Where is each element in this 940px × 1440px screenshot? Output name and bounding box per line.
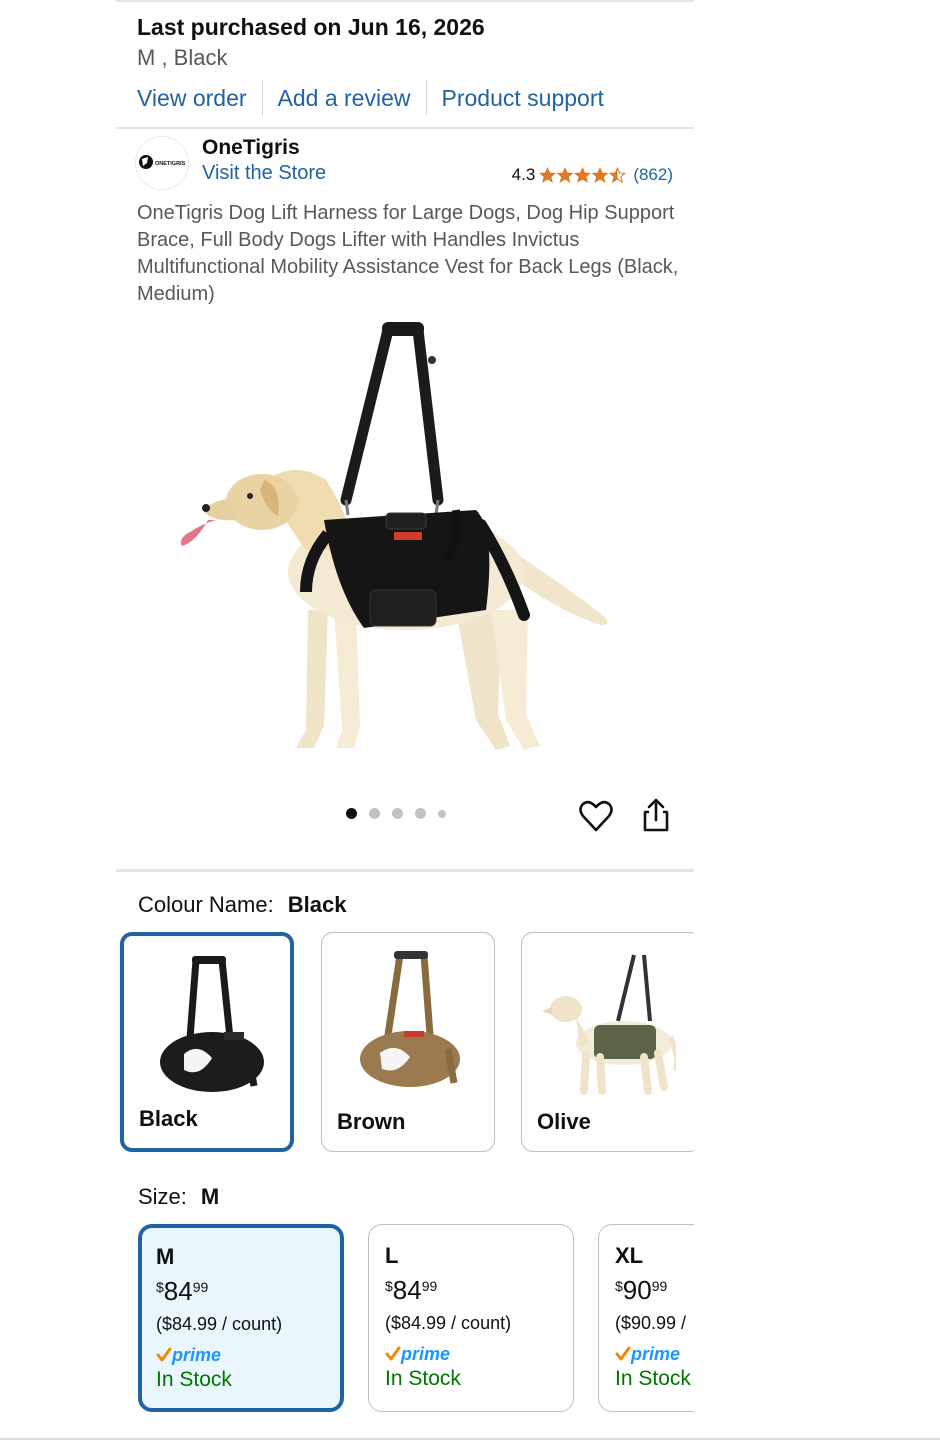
visit-store-link[interactable]: Visit the Store <box>202 162 326 185</box>
size-option-l[interactable]: L $84 99 ($84.99 / count) prime In Stock <box>368 1224 574 1412</box>
size-name: M <box>156 1244 175 1269</box>
view-order-link[interactable]: View order <box>137 85 247 112</box>
price-currency: $ <box>615 1278 623 1294</box>
carousel-dot[interactable] <box>369 808 380 819</box>
colour-selected-value: Black <box>287 892 347 917</box>
heart-icon <box>579 800 613 832</box>
black-harness-thumbnail-icon <box>160 956 264 1092</box>
size-option-xl[interactable]: XL $90 99 ($90.99 / prime In Stock <box>598 1224 694 1412</box>
order-links: View order Add a review Product support <box>137 80 604 116</box>
star-icon <box>539 167 556 182</box>
rating-summary[interactable]: 4.3 (862) <box>512 165 673 185</box>
image-carousel-dots[interactable] <box>346 808 446 819</box>
prime-label: prime <box>631 1343 681 1364</box>
prime-label: prime <box>401 1343 451 1364</box>
colour-label-text: Colour Name: <box>138 892 274 917</box>
star-icon <box>574 167 591 182</box>
size-selected-value: M <box>200 1184 220 1209</box>
brand-name: OneTigris <box>202 136 300 159</box>
colour-name-label: Colour Name: Black <box>138 892 346 918</box>
swatch-label: Brown <box>337 1109 406 1134</box>
stock-status: In Stock <box>156 1368 232 1391</box>
price-fraction: 99 <box>651 1278 668 1294</box>
rating-value: 4.3 <box>511 165 536 184</box>
price-fraction: 99 <box>421 1278 438 1294</box>
price-currency: $ <box>385 1278 393 1294</box>
rating-count[interactable]: (862) <box>633 165 673 185</box>
swatch-label: Black <box>139 1106 198 1131</box>
size-price: $90 99 <box>615 1275 694 1309</box>
prime-check-icon <box>615 1346 631 1361</box>
half-star-icon <box>609 167 626 182</box>
star-icon <box>592 167 609 182</box>
price-whole: 84 <box>392 1275 422 1305</box>
share-icon <box>643 798 669 832</box>
product-image[interactable] <box>156 310 656 770</box>
prime-badge: prime <box>385 1341 573 1367</box>
price-fraction: 99 <box>192 1279 209 1295</box>
product-detail-column: Last purchased on Jun 16, 2026 M , Black… <box>116 0 694 1440</box>
last-purchased-title: Last purchased on Jun 16, 2026 <box>137 14 485 40</box>
share-button[interactable] <box>638 796 674 836</box>
link-separator <box>425 80 427 116</box>
section-divider <box>116 869 694 872</box>
last-purchased-variant: M , Black <box>137 45 228 70</box>
brand-logo-text: ONETIGRIS <box>155 161 186 167</box>
prime-badge: prime <box>615 1341 694 1367</box>
product-support-link[interactable]: Product support <box>442 85 604 112</box>
star-rating-icon <box>539 167 626 182</box>
unit-price: ($84.99 / count) <box>156 1314 283 1334</box>
prime-check-icon <box>385 1346 401 1361</box>
swatch-label: Olive <box>537 1109 591 1134</box>
stock-status: In Stock <box>615 1367 691 1390</box>
olive-harness-dog-thumbnail-icon <box>542 954 676 1095</box>
size-name: XL <box>615 1243 644 1268</box>
brand-logo[interactable]: ONETIGRIS <box>135 136 189 190</box>
price-currency: $ <box>156 1279 164 1295</box>
product-title: OneTigris Dog Lift Harness for Large Dog… <box>137 202 679 305</box>
top-divider <box>116 0 694 2</box>
colour-swatch-brown[interactable]: Brown <box>321 932 495 1152</box>
brown-harness-thumbnail-icon <box>360 951 460 1087</box>
price-whole: 84 <box>163 1276 193 1306</box>
size-name: L <box>385 1243 399 1268</box>
dog-harness-photo-icon <box>181 322 608 750</box>
size-label: Size: M <box>138 1184 219 1210</box>
colour-swatch-black[interactable]: Black <box>120 932 294 1152</box>
prime-check-icon <box>156 1347 172 1362</box>
colour-swatch-olive[interactable]: Olive <box>521 932 694 1152</box>
carousel-dot[interactable] <box>438 809 446 818</box>
prime-label: prime <box>172 1344 222 1365</box>
carousel-dot[interactable] <box>392 808 403 819</box>
section-divider <box>116 127 694 129</box>
size-price: $84 99 <box>385 1275 573 1309</box>
star-icon <box>557 167 574 182</box>
link-separator <box>261 80 263 116</box>
carousel-dot-active[interactable] <box>346 808 357 819</box>
size-price: $84 99 <box>156 1276 340 1310</box>
carousel-dot[interactable] <box>415 808 426 819</box>
prime-badge: prime <box>156 1342 340 1368</box>
price-whole: 90 <box>622 1275 652 1305</box>
unit-price: ($90.99 / <box>615 1313 687 1333</box>
unit-price: ($84.99 / count) <box>385 1313 512 1333</box>
wishlist-button[interactable] <box>578 796 614 836</box>
stock-status: In Stock <box>385 1367 461 1390</box>
size-option-m[interactable]: M $84 99 ($84.99 / count) prime In Stock <box>138 1224 344 1412</box>
size-label-text: Size: <box>138 1184 187 1209</box>
add-review-link[interactable]: Add a review <box>278 85 411 112</box>
